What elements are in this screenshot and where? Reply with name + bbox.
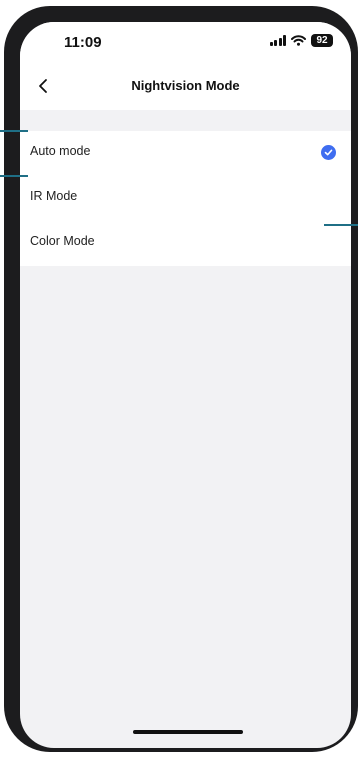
- page-title: Nightvision Mode: [131, 78, 240, 93]
- option-label: Auto mode: [30, 144, 91, 158]
- option-color-mode[interactable]: Color Mode: [20, 221, 351, 266]
- wifi-icon: [291, 35, 306, 46]
- option-ir-mode[interactable]: IR Mode: [20, 176, 351, 221]
- checkmark-icon: [321, 145, 336, 160]
- phone-frame: 11:09 92 Nightvision Mode Auto mode IR M…: [4, 6, 358, 752]
- screen: 11:09 92 Nightvision Mode Auto mode IR M…: [20, 22, 351, 748]
- callout-line-color-mode: [324, 224, 358, 226]
- signal-icon: [269, 35, 286, 46]
- option-label: Color Mode: [30, 234, 95, 248]
- nav-bar: Nightvision Mode: [20, 62, 351, 110]
- status-icons: 92: [269, 34, 333, 47]
- battery-icon: 92: [311, 34, 333, 47]
- mode-options-list: Auto mode IR Mode Color Mode: [20, 131, 351, 266]
- callout-line-auto-mode: [0, 130, 28, 132]
- option-label: IR Mode: [30, 189, 78, 203]
- callout-line-ir-mode: [0, 175, 28, 177]
- status-time: 11:09: [64, 34, 102, 51]
- status-bar: 11:09 92: [20, 22, 351, 62]
- home-indicator: [133, 730, 243, 734]
- option-auto-mode[interactable]: Auto mode: [20, 131, 351, 176]
